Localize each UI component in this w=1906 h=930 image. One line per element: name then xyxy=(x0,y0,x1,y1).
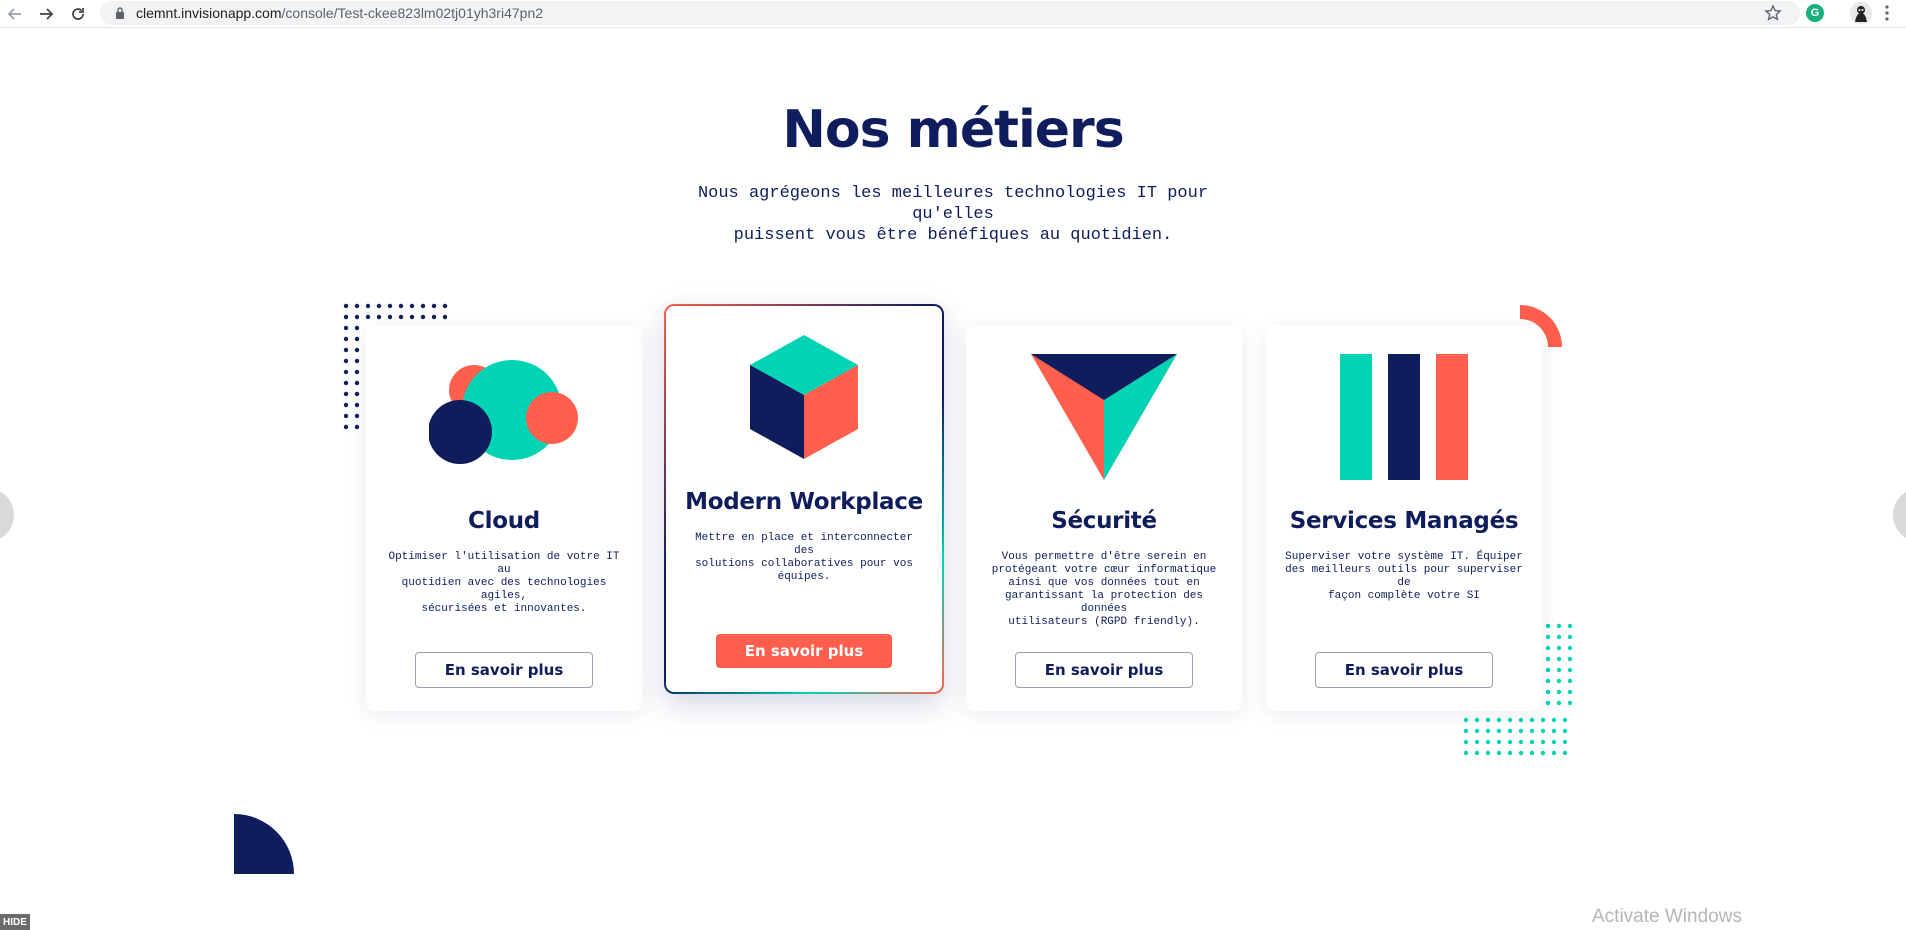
card-title: Sécurité xyxy=(1051,508,1157,534)
menu-icon[interactable] xyxy=(1880,4,1894,22)
url-text: clemnt.invisionapp.com/console/Test-ckee… xyxy=(136,5,543,21)
services-manages-learn-more-button[interactable]: En savoir plus xyxy=(1315,652,1493,688)
shield-triangle-icon xyxy=(1031,354,1177,480)
card-title: Services Managés xyxy=(1289,508,1519,534)
card-desc-line: ainsi que vos données tout en xyxy=(1008,577,1200,589)
card-desc-line: Superviser votre système IT. Équiper xyxy=(1285,551,1523,563)
card-illustration xyxy=(666,333,942,461)
avatar-image xyxy=(1850,2,1872,24)
card-illustration xyxy=(1266,354,1542,480)
cloud-icon xyxy=(429,360,578,464)
modern-workplace-learn-more-button[interactable]: En savoir plus xyxy=(716,634,892,668)
card-desc-line: protégeant votre cœur informatique xyxy=(991,564,1217,576)
card-desc-line: solutions collaboratives pour vos xyxy=(695,558,913,570)
card-desc-line: quotidien avec des technologies agiles, xyxy=(401,577,607,602)
subtitle-line-1: Nous agrégeons les meilleures technologi… xyxy=(697,184,1209,224)
card-desc-line: des meilleurs outils pour superviser de xyxy=(1285,564,1523,589)
cloud-learn-more-button[interactable]: En savoir plus xyxy=(415,652,593,688)
card-desc-line: Mettre en place et interconnecter des xyxy=(695,532,913,557)
carousel-prev-button[interactable] xyxy=(0,488,14,542)
hide-button[interactable]: HIDE xyxy=(0,914,30,930)
navy-quarter-circle-decoration xyxy=(234,814,294,874)
card-illustration xyxy=(366,360,642,475)
card-desc-line: utilisateurs (RGPD friendly). xyxy=(1008,616,1200,628)
card-illustration xyxy=(966,352,1242,480)
card-desc-line: Vous permettre d'être serein en xyxy=(1001,551,1207,563)
card-desc-line: sécurisées et innovantes. xyxy=(421,603,587,615)
card-services-manages: Services Managés Superviser votre systèm… xyxy=(1266,325,1542,711)
forward-button[interactable] xyxy=(35,3,57,25)
card-description: Optimiser l'utilisation de votre IT au q… xyxy=(384,551,624,616)
card-description: Superviser votre système IT. Équiper des… xyxy=(1284,551,1524,603)
page-subtitle: Nous agrégeons les meilleures technologi… xyxy=(653,183,1253,246)
back-button[interactable] xyxy=(4,3,26,25)
avatar[interactable] xyxy=(1850,2,1872,24)
securite-learn-more-button[interactable]: En savoir plus xyxy=(1015,652,1193,688)
url-path: /console/Test-ckee823lm02tj01yh3ri47pn2 xyxy=(281,5,544,21)
card-cloud: Cloud Optimiser l'utilisation de votre I… xyxy=(366,325,642,711)
address-bar[interactable]: clemnt.invisionapp.com/console/Test-ckee… xyxy=(100,1,1800,25)
card-desc-line: garantissant la protection des données xyxy=(1004,590,1204,615)
card-desc-line: façon complète votre SI xyxy=(1328,590,1480,602)
back-icon xyxy=(7,8,21,20)
lock-icon xyxy=(116,7,124,19)
card-title: Modern Workplace xyxy=(685,489,923,515)
grammarly-icon[interactable]: G xyxy=(1806,4,1824,22)
card-desc-line: équipes. xyxy=(777,571,831,583)
url-host: clemnt.invisionapp.com xyxy=(136,5,282,21)
cube-icon xyxy=(750,335,858,459)
subtitle-line-2: puissent vous être bénéfiques au quotidi… xyxy=(733,226,1173,245)
card-description: Mettre en place et interconnecter des so… xyxy=(684,532,924,584)
card-modern-workplace: Modern Workplace Mettre en place et inte… xyxy=(664,304,944,694)
browser-toolbar: clemnt.invisionapp.com/console/Test-ckee… xyxy=(0,0,1906,28)
grammarly-letter: G xyxy=(1810,7,1820,19)
card-description: Vous permettre d'être serein en protégea… xyxy=(984,551,1224,629)
bars-icon xyxy=(1340,354,1468,480)
card-title: Cloud xyxy=(468,508,540,534)
card-desc-line: Optimiser l'utilisation de votre IT au xyxy=(388,551,620,576)
page-title: Nos métiers xyxy=(782,100,1124,160)
star-icon[interactable] xyxy=(1764,4,1782,22)
activate-windows-watermark: Activate Windows xyxy=(1592,906,1742,927)
carousel-next-button[interactable] xyxy=(1893,488,1906,542)
card-securite: Sécurité Vous permettre d'être serein en… xyxy=(966,325,1242,711)
reload-button[interactable] xyxy=(67,3,89,25)
forward-icon xyxy=(40,8,54,20)
reload-icon xyxy=(72,8,84,20)
